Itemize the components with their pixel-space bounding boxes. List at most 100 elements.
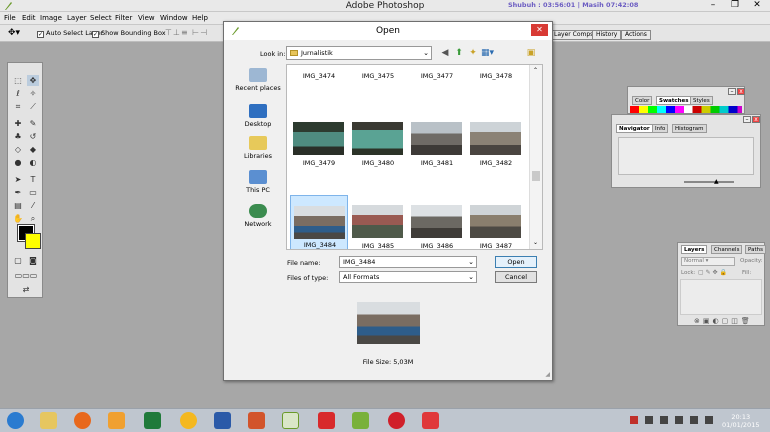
panel-minimize-icon[interactable]: – [728,88,736,95]
menu-select[interactable]: Select [90,14,112,22]
file-item[interactable]: IMG_3482 [467,112,525,170]
menu-file[interactable]: File [4,14,16,22]
place-thispc[interactable]: This PC [232,170,284,194]
menu-filter[interactable]: Filter [115,14,132,22]
volume-icon[interactable] [705,416,713,424]
layer-action-icons[interactable]: ⊗▣◐▢◫🗑 [694,317,753,325]
file-explorer-icon[interactable] [40,412,57,429]
lookin-select[interactable]: Jurnalistik ⌄ [286,46,432,60]
powerpoint-icon[interactable] [248,412,265,429]
tab-info[interactable]: Info [652,124,669,133]
history-brush-icon[interactable]: ↺ [27,131,39,142]
panel-close-icon[interactable]: x [752,116,760,123]
file-list-scrollbar[interactable]: ⌃ ⌄ [529,65,542,249]
screen-mode-icons[interactable]: ▭▭▭ [12,270,40,281]
back-icon[interactable]: ◀ [439,47,451,59]
tab-histogram[interactable]: Histogram [672,124,707,133]
menu-layer[interactable]: Layer [67,14,87,22]
firefox-icon[interactable] [74,412,91,429]
eyedropper-icon[interactable]: ⁄ [27,200,39,211]
folder-shortcut-icon[interactable]: ▣ [525,47,537,59]
file-item[interactable]: IMG_3475 [349,65,407,83]
magic-wand-icon[interactable]: ✧ [27,88,39,99]
restore-button[interactable]: ❐ [724,0,746,12]
paint-bucket-icon[interactable]: ◆ [27,144,39,155]
tab-channels[interactable]: Channels [711,245,743,254]
place-recent[interactable]: Recent places [232,68,284,92]
file-item[interactable]: IMG_3479 [290,112,348,170]
up-folder-icon[interactable]: ⬆ [453,47,465,59]
start-icon[interactable] [7,412,24,429]
file-item[interactable]: IMG_3486 [408,195,466,249]
media-player-icon[interactable] [108,412,125,429]
pen-tool-icon[interactable]: ✒ [12,187,24,198]
file-item[interactable]: IMG_3478 [467,65,525,83]
file-item[interactable]: IMG_3474 [290,65,348,83]
photoshop-taskbar-icon[interactable] [282,412,299,429]
dialog-close-button[interactable]: ✕ [531,24,548,36]
monitor-icon[interactable] [675,416,683,424]
blur-tool-icon[interactable]: ● [12,157,24,168]
show-bbox-checkbox[interactable]: ✓ Show Bounding Box [92,29,166,38]
move-tool-preset-icon[interactable]: ✥▾ [8,28,20,38]
word-icon[interactable] [214,412,231,429]
chevron-down-icon[interactable]: ⌄ [533,239,538,246]
zoom-slider[interactable] [684,181,734,183]
standard-mode-icon[interactable]: ▢ [12,255,24,266]
ccleaner-icon[interactable] [422,412,439,429]
scrollbar-thumb[interactable] [532,171,540,181]
shape-tool-icon[interactable]: ▭ [27,187,39,198]
slice-tool-icon[interactable]: ⟋ [27,101,39,112]
place-libraries[interactable]: Libraries [232,136,284,160]
eraser-tool-icon[interactable]: ◇ [12,144,24,155]
new-folder-icon[interactable]: ✦ [467,47,479,59]
acrobat-tray-icon[interactable] [630,416,638,424]
crop-tool-icon[interactable]: ⌗ [12,101,24,112]
tab-history[interactable]: History [592,30,622,40]
cancel-button[interactable]: Cancel [495,271,537,283]
file-list[interactable]: IMG_3474 IMG_3475 IMG_3477 IMG_3478 IMG_… [286,64,543,250]
tab-navigator[interactable]: Navigator [616,124,653,133]
menu-window[interactable]: Window [160,14,188,22]
place-desktop[interactable]: Desktop [232,104,284,128]
tab-color[interactable]: Color [632,96,653,105]
marquee-tool-icon[interactable]: ⬚ [12,75,24,86]
zoom-tool-icon[interactable]: ⌕ [27,213,39,224]
swatch-strip[interactable] [630,106,742,113]
menu-image[interactable]: Image [40,14,62,22]
jump-to-imageready-icon[interactable]: ⇄ [12,284,40,295]
menu-edit[interactable]: Edit [22,14,36,22]
lasso-tool-icon[interactable]: ℓ [12,88,24,99]
close-button[interactable]: ✕ [746,0,768,12]
align-icons[interactable]: ⊤⊥≡ ⊢⊣ [165,28,208,37]
tab-actions[interactable]: Actions [621,30,651,40]
download-manager-icon[interactable] [318,412,335,429]
resize-grip-icon[interactable]: ◢ [545,371,550,378]
weather-icon[interactable] [180,412,197,429]
view-menu-icon[interactable]: ▦▾ [481,47,494,59]
dodge-tool-icon[interactable]: ◐ [27,157,39,168]
healing-brush-icon[interactable]: ✚ [12,118,24,129]
excel-icon[interactable] [144,412,161,429]
opera-icon[interactable] [388,412,405,429]
network-tray-icon[interactable] [690,416,698,424]
file-item-selected[interactable]: IMG_3484 [290,195,348,249]
file-item[interactable]: IMG_3485 [349,195,407,249]
panel-close-icon[interactable]: x [737,88,745,95]
open-button[interactable]: Open [495,256,537,268]
move-tool-icon[interactable]: ✥ [27,75,39,86]
lock-icons[interactable]: ▢ ✎ ✥ 🔒 [698,269,727,276]
tab-paths[interactable]: Paths [745,245,766,254]
tab-swatches[interactable]: Swatches [656,96,692,105]
file-item[interactable]: IMG_3477 [408,65,466,83]
chevron-up-icon[interactable]: ⌃ [533,67,538,74]
menu-view[interactable]: View [138,14,155,22]
tab-layer-comps[interactable]: Layer Comps [550,30,598,40]
place-network[interactable]: Network [232,204,284,228]
flag-icon[interactable] [660,416,668,424]
tray-icon[interactable] [645,416,653,424]
clone-stamp-icon[interactable]: ♣ [12,131,24,142]
hand-tool-icon[interactable]: ✋ [12,213,24,224]
file-item[interactable]: IMG_3487 [467,195,525,249]
type-tool-icon[interactable]: T [27,174,39,185]
